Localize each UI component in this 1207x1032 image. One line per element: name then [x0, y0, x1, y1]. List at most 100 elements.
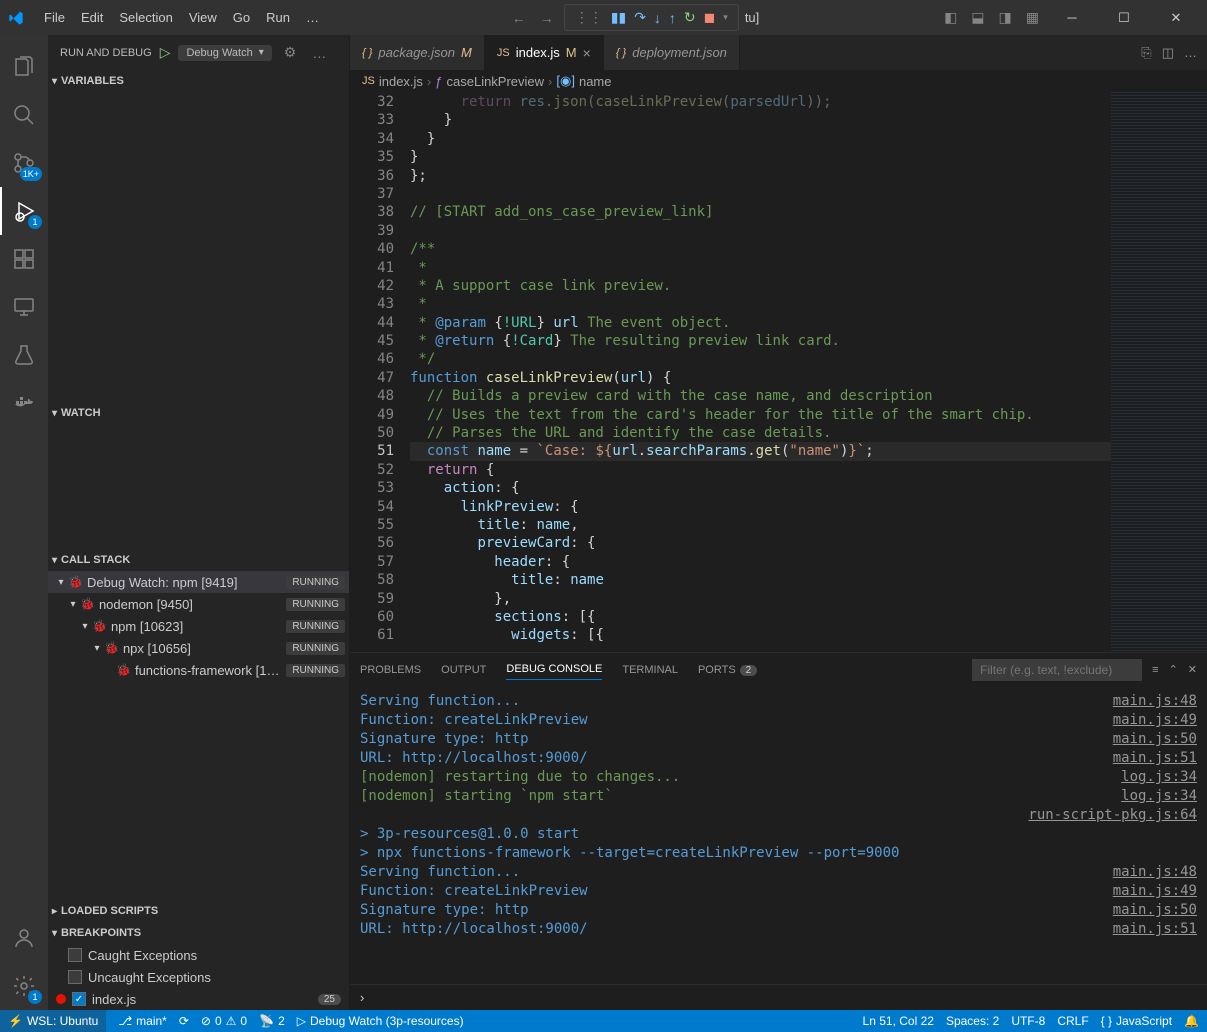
console-input[interactable]: ›: [350, 984, 1207, 1010]
breadcrumb-item[interactable]: name: [579, 74, 612, 89]
sync-button[interactable]: ⟳: [179, 1014, 189, 1028]
ports-indicator[interactable]: 📡2: [259, 1014, 285, 1028]
extensions-icon[interactable]: [0, 235, 48, 283]
step-into-icon[interactable]: ↓: [654, 10, 661, 26]
debug-console[interactable]: Serving function... main.js:48Function: …: [350, 686, 1207, 984]
menu-…[interactable]: …: [298, 6, 327, 29]
menu-view[interactable]: View: [181, 6, 225, 29]
indentation[interactable]: Spaces: 2: [946, 1014, 999, 1028]
callstack-row[interactable]: ▾ 🐞 npm [10623] RUNNING: [48, 615, 349, 637]
gear-icon[interactable]: ⚙: [280, 40, 301, 65]
console-source-link[interactable]: main.js:50: [1113, 730, 1197, 749]
layout-bottom-icon[interactable]: ⬓: [967, 5, 988, 30]
console-source-link[interactable]: main.js:49: [1113, 711, 1197, 730]
checkbox[interactable]: [68, 970, 82, 984]
panel-tab-debug-console[interactable]: DEBUG CONSOLE: [506, 659, 602, 680]
accounts-icon[interactable]: [0, 914, 48, 962]
console-source-link[interactable]: run-script-pkg.js:64: [1028, 806, 1197, 825]
layout-left-icon[interactable]: ◧: [940, 5, 961, 30]
checkbox[interactable]: [68, 948, 82, 962]
git-branch[interactable]: ⎇ main*: [118, 1014, 167, 1028]
close-panel-icon[interactable]: ✕: [1188, 663, 1197, 676]
debug-status[interactable]: ▷ Debug Watch (3p-resources): [297, 1014, 464, 1028]
nav-back-icon[interactable]: ←: [508, 6, 530, 30]
cursor-position[interactable]: Ln 51, Col 22: [863, 1014, 934, 1028]
tab-deployment-json[interactable]: { } deployment.json: [604, 35, 740, 70]
problems-indicator[interactable]: ⊘0 ⚠0: [201, 1014, 247, 1028]
breakpoint-caught-exceptions[interactable]: Caught Exceptions: [48, 944, 349, 966]
nav-forward-icon[interactable]: →: [536, 6, 558, 30]
drag-handle-icon[interactable]: ⋮⋮: [575, 9, 603, 26]
dropdown-icon[interactable]: ▾: [723, 12, 728, 23]
explorer-icon[interactable]: [0, 43, 48, 91]
console-source-link[interactable]: log.js:34: [1121, 768, 1197, 787]
checkbox[interactable]: ✓: [72, 992, 86, 1006]
console-source-link[interactable]: main.js:48: [1113, 863, 1197, 882]
callstack-row[interactable]: ▾ 🐞 npx [10656] RUNNING: [48, 637, 349, 659]
menu-go[interactable]: Go: [225, 6, 258, 29]
step-out-icon[interactable]: ↑: [669, 10, 676, 26]
notifications-icon[interactable]: 🔔: [1184, 1014, 1199, 1028]
collapse-icon[interactable]: ⌃: [1169, 663, 1178, 676]
breakpoints-header[interactable]: ▾ BREAKPOINTS: [48, 922, 349, 944]
panel-tab-terminal[interactable]: TERMINAL: [622, 660, 678, 680]
console-source-link[interactable]: main.js:49: [1113, 882, 1197, 901]
menu-selection[interactable]: Selection: [111, 6, 180, 29]
console-filter-input[interactable]: [972, 659, 1142, 681]
callstack-row[interactable]: ▾ 🐞 nodemon [9450] RUNNING: [48, 593, 349, 615]
search-icon[interactable]: [0, 91, 48, 139]
console-source-link[interactable]: main.js:50: [1113, 901, 1197, 920]
testing-icon[interactable]: [0, 331, 48, 379]
variables-section-header[interactable]: ▾ VARIABLES: [48, 70, 349, 92]
panel-tab-output[interactable]: OUTPUT: [441, 660, 486, 680]
start-debug-button[interactable]: ▷: [160, 44, 171, 61]
settings-icon[interactable]: 1: [0, 962, 48, 1010]
watch-section-header[interactable]: ▾ WATCH: [48, 402, 349, 424]
split-editor-icon[interactable]: ◫: [1162, 45, 1174, 61]
step-over-icon[interactable]: ↷: [634, 9, 646, 26]
callstack-section-header[interactable]: ▾ CALL STACK: [48, 549, 349, 571]
breadcrumb[interactable]: JS index.js › ƒ caseLinkPreview › [◉] na…: [350, 70, 1207, 92]
minimap[interactable]: [1111, 92, 1207, 652]
layout-customize-icon[interactable]: ▦: [1022, 5, 1043, 30]
menu-file[interactable]: File: [36, 6, 73, 29]
stop-icon[interactable]: ◼: [704, 9, 716, 26]
breadcrumb-item[interactable]: caseLinkPreview: [447, 74, 545, 89]
callstack-row[interactable]: ▾ 🐞 Debug Watch: npm [9419] RUNNING: [48, 571, 349, 593]
maximize-button[interactable]: ☐: [1101, 0, 1147, 35]
docker-icon[interactable]: [0, 379, 48, 427]
breakpoint-file[interactable]: ✓ index.js 25: [48, 988, 349, 1010]
breakpoint-uncaught-exceptions[interactable]: Uncaught Exceptions: [48, 966, 349, 988]
filter-icon[interactable]: ≡: [1152, 664, 1158, 676]
remote-indicator[interactable]: ⚡ WSL: Ubuntu: [0, 1010, 106, 1032]
restart-icon[interactable]: ↻: [684, 9, 696, 26]
loaded-scripts-header[interactable]: ▸ LOADED SCRIPTS: [48, 900, 349, 922]
callstack-row[interactable]: 🐞 functions-framework [106… RUNNING: [48, 659, 349, 681]
eol[interactable]: CRLF: [1057, 1014, 1088, 1028]
menu-edit[interactable]: Edit: [73, 6, 111, 29]
editor-body[interactable]: 3233343536373839404142434445464748495051…: [350, 92, 1207, 652]
tab-index-js[interactable]: JS index.js M ×: [485, 35, 604, 70]
menu-run[interactable]: Run: [258, 6, 298, 29]
console-source-link[interactable]: main.js:51: [1113, 749, 1197, 768]
panel-tab-problems[interactable]: PROBLEMS: [360, 660, 421, 680]
compare-icon[interactable]: ⎘: [1141, 45, 1151, 61]
console-source-link[interactable]: main.js:48: [1113, 692, 1197, 711]
source-control-icon[interactable]: 1K+: [0, 139, 48, 187]
run-debug-icon[interactable]: 1: [0, 187, 48, 235]
panel-tab-ports[interactable]: PORTS2: [698, 660, 757, 680]
close-button[interactable]: ✕: [1153, 0, 1199, 35]
more-icon[interactable]: …: [308, 41, 330, 65]
breadcrumb-item[interactable]: index.js: [379, 74, 423, 89]
layout-right-icon[interactable]: ◨: [995, 5, 1016, 30]
remote-explorer-icon[interactable]: [0, 283, 48, 331]
pause-icon[interactable]: ▮▮: [611, 9, 626, 26]
encoding[interactable]: UTF-8: [1011, 1014, 1045, 1028]
debug-config-dropdown[interactable]: Debug Watch ▾: [178, 45, 271, 61]
tab-package-json[interactable]: { } package.json M: [350, 35, 485, 70]
console-source-link[interactable]: main.js:51: [1113, 920, 1197, 939]
more-icon[interactable]: …: [1184, 45, 1197, 60]
code-content[interactable]: return res.json(caseLinkPreview(parsedUr…: [410, 92, 1111, 652]
language-mode[interactable]: { } JavaScript: [1101, 1014, 1172, 1028]
close-tab-icon[interactable]: ×: [583, 45, 591, 61]
